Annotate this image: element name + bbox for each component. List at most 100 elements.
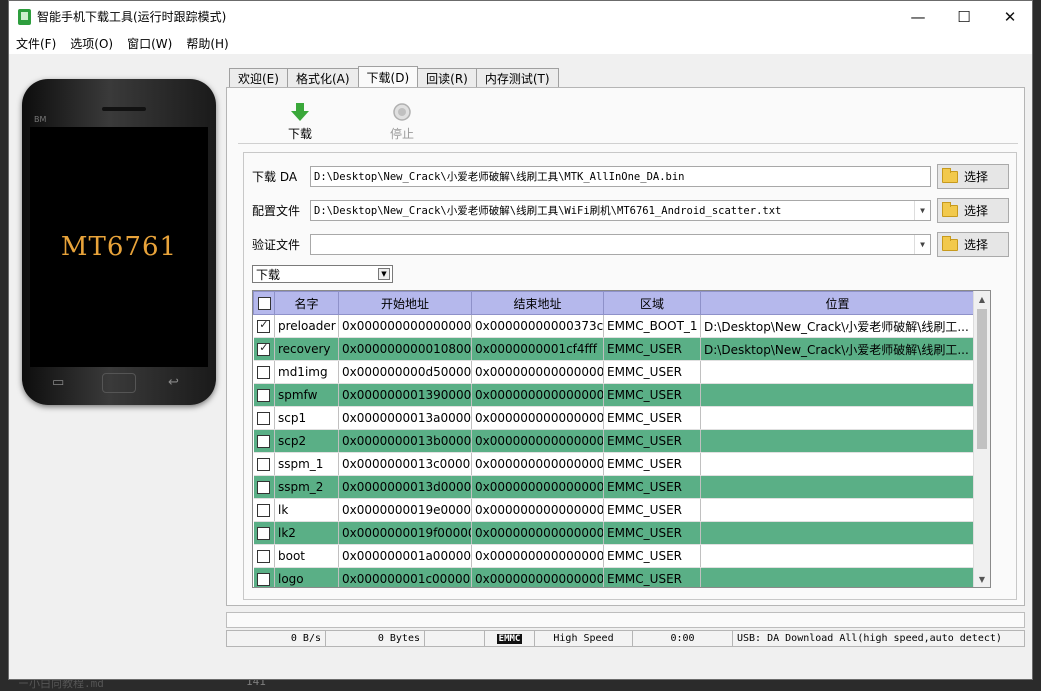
tab-format[interactable]: 格式化(A)	[286, 68, 359, 87]
progress-bar	[226, 612, 1025, 628]
menu-help[interactable]: 帮助(H)	[179, 35, 235, 52]
da-choose-label: 选择	[964, 170, 989, 184]
cell-location[interactable]	[700, 429, 975, 453]
row-checkbox[interactable]	[257, 480, 271, 494]
row-checkbox[interactable]	[257, 503, 271, 517]
col-header-end[interactable]: 结束地址	[471, 291, 604, 315]
close-button[interactable]: ✕	[987, 1, 1033, 32]
da-choose-button[interactable]: 选择	[937, 164, 1009, 189]
col-header-name[interactable]: 名字	[274, 291, 339, 315]
table-row[interactable]: logo 0x000000001c000000 0x0000000000000000…	[253, 567, 975, 587]
cell-location[interactable]: D:\Desktop\New_Crack\小爱老师破解\线刷工...	[700, 337, 975, 361]
select-all-header[interactable]	[253, 291, 275, 315]
row-checkbox[interactable]	[257, 549, 271, 563]
cell-name: sspm_1	[274, 452, 339, 476]
scatter-choose-button[interactable]: 选择	[937, 198, 1009, 223]
table-row[interactable]: spmfw 0x0000000013900000 0x000000000000000…	[253, 383, 975, 407]
tab-welcome[interactable]: 欢迎(E)	[229, 68, 288, 87]
cell-location[interactable]	[700, 475, 975, 499]
tab-readback[interactable]: 回读(R)	[417, 68, 477, 87]
phone-model-label: MT6761	[60, 232, 178, 262]
cell-start: 0x0000000013900000	[338, 383, 472, 407]
cell-location[interactable]	[700, 498, 975, 522]
table-row[interactable]: md1img 0x000000000d500000 0x00000000000000…	[253, 360, 975, 384]
cell-location[interactable]	[700, 544, 975, 568]
row-checkbox[interactable]	[257, 526, 271, 540]
status-speed: 0 B/s	[226, 630, 326, 647]
da-path-field[interactable]: D:\Desktop\New_Crack\小爱老师破解\线刷工具\MTK_All…	[310, 166, 931, 187]
cell-start: 0x0000000013b00000	[338, 429, 472, 453]
auth-row: 验证文件 ▼	[252, 233, 931, 256]
table-row[interactable]: preloader0x00000000000000000x00000000000…	[253, 314, 975, 338]
scatter-path-combo[interactable]: D:\Desktop\New_Crack\小爱老师破解\线刷工具\WiFi刷机\…	[310, 200, 931, 221]
cell-name: md1img	[274, 360, 339, 384]
cell-start: 0x000000000d500000	[338, 360, 472, 384]
cell-location[interactable]	[700, 383, 975, 407]
phone-preview: BM MT6761 ▭ ↩	[19, 71, 229, 411]
cell-region: EMMC_USER	[603, 498, 701, 522]
table-header-row: 名字 开始地址 结束地址 区域 位置	[253, 291, 975, 315]
chevron-down-icon[interactable]: ▼	[914, 201, 930, 220]
table-row[interactable]: scp1 0x0000000013a00000 0x0000000000000000…	[253, 406, 975, 430]
cell-end: 0x0000000000000000	[471, 452, 604, 476]
table-row[interactable]: lk2 0x0000000019f00000 0x0000000000000000 E…	[253, 521, 975, 545]
col-header-start[interactable]: 开始地址	[338, 291, 472, 315]
da-row: 下载 DA D:\Desktop\New_Crack\小爱老师破解\线刷工具\M…	[252, 165, 931, 188]
menu-options[interactable]: 选项(O)	[63, 35, 120, 52]
download-mode-select[interactable]: 下载 ▼	[252, 265, 393, 283]
phone-home-button	[102, 373, 136, 393]
download-mode-value: 下载	[256, 267, 281, 282]
scroll-up-icon[interactable]: ▲	[974, 291, 990, 307]
chevron-down-icon[interactable]: ▼	[914, 235, 930, 254]
cell-start: 0x0000000000108000	[338, 337, 472, 361]
phone-screen: MT6761	[30, 127, 208, 367]
table-row[interactable]: sspm_1 0x0000000013c00000 0x00000000000000…	[253, 452, 975, 476]
tab-download[interactable]: 下载(D)	[357, 66, 419, 87]
cell-location[interactable]	[700, 521, 975, 545]
col-header-location[interactable]: 位置	[700, 291, 975, 315]
auth-choose-button[interactable]: 选择	[937, 232, 1009, 257]
cell-start: 0x000000001c000000	[338, 567, 472, 587]
table-scrollbar[interactable]: ▲ ▼	[973, 291, 990, 587]
scatter-label: 配置文件	[252, 204, 301, 218]
table-row[interactable]: sspm_2 0x0000000013d00000 0x00000000000000…	[253, 475, 975, 499]
minimize-button[interactable]: —	[895, 1, 941, 32]
cell-end: 0x0000000000000000	[471, 383, 604, 407]
tab-memory-test[interactable]: 内存测试(T)	[475, 68, 559, 87]
cell-end: 0x00000000000373c3	[471, 314, 604, 338]
stop-button[interactable]: 停止	[372, 102, 432, 142]
cell-name: spmfw	[274, 383, 339, 407]
download-button[interactable]: 下载	[270, 102, 330, 142]
row-checkbox[interactable]	[257, 388, 271, 402]
table-row[interactable]: recovery0x00000000001080000x0000000001cf…	[253, 337, 975, 361]
row-checkbox[interactable]	[257, 457, 271, 471]
row-checkbox[interactable]	[257, 411, 271, 425]
chevron-down-icon[interactable]: ▼	[378, 268, 390, 280]
table-row[interactable]: boot 0x000000001a000000 0x0000000000000000…	[253, 544, 975, 568]
auth-path-combo[interactable]: ▼	[310, 234, 931, 255]
phone-menu-icon: ▭	[52, 375, 65, 390]
row-checkbox[interactable]	[257, 318, 271, 333]
select-all-checkbox[interactable]	[257, 296, 271, 310]
cell-location[interactable]	[700, 567, 975, 587]
menu-file[interactable]: 文件(F)	[9, 35, 63, 52]
scroll-down-icon[interactable]: ▼	[974, 571, 990, 587]
cell-end: 0x0000000001cf4fff	[471, 337, 604, 361]
cell-location[interactable]	[700, 452, 975, 476]
maximize-button[interactable]: ☐	[941, 1, 987, 32]
menu-window[interactable]: 窗口(W)	[120, 35, 179, 52]
row-checkbox[interactable]	[257, 365, 271, 379]
cell-location[interactable]: D:\Desktop\New_Crack\小爱老师破解\线刷工...	[700, 314, 975, 338]
row-checkbox[interactable]	[257, 341, 271, 356]
scrollbar-thumb[interactable]	[977, 309, 987, 449]
cell-start: 0x0000000013c00000	[338, 452, 472, 476]
download-panel: 下载 停止 下载 DA D:\Desktop\New_Crack\小爱老师破解\…	[226, 87, 1025, 606]
col-header-region[interactable]: 区域	[603, 291, 701, 315]
table-row[interactable]: scp2 0x0000000013b00000 0x0000000000000000…	[253, 429, 975, 453]
cell-location[interactable]	[700, 360, 975, 384]
cell-location[interactable]	[700, 406, 975, 430]
table-row[interactable]: lk 0x0000000019e00000 0x0000000000000000 EM…	[253, 498, 975, 522]
row-checkbox[interactable]	[257, 434, 271, 448]
cell-region: EMMC_USER	[603, 383, 701, 407]
row-checkbox[interactable]	[257, 572, 271, 586]
